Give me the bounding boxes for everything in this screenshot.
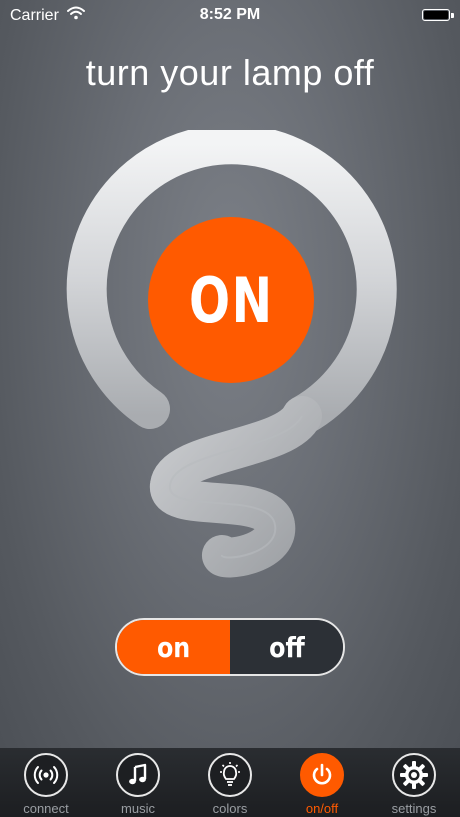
wireless-signal-icon xyxy=(24,753,68,797)
power-icon xyxy=(300,753,344,797)
tab-music-label: music xyxy=(121,801,155,816)
tab-bar: connect music colors on/off settings xyxy=(0,748,460,817)
tab-music[interactable]: music xyxy=(92,748,184,817)
gear-icon xyxy=(392,753,436,797)
tab-connect[interactable]: connect xyxy=(0,748,92,817)
on-off-toggle: on off xyxy=(115,618,345,676)
light-bulb-icon xyxy=(208,753,252,797)
battery-icon xyxy=(422,9,450,21)
tab-settings[interactable]: settings xyxy=(368,748,460,817)
tab-colors[interactable]: colors xyxy=(184,748,276,817)
tab-connect-label: connect xyxy=(23,801,69,816)
lamp-state-button[interactable]: ON xyxy=(148,217,314,383)
toggle-on-label: on xyxy=(156,630,191,664)
status-bar: Carrier 8:52 PM xyxy=(0,0,460,30)
tab-colors-label: colors xyxy=(212,801,248,816)
page-title: turn your lamp off xyxy=(85,52,375,93)
status-time: 8:52 PM xyxy=(199,6,261,23)
toggle-on-button[interactable]: on xyxy=(117,620,230,674)
battery-nub xyxy=(451,13,454,18)
tab-settings-label: settings xyxy=(391,801,437,816)
tab-on-off[interactable]: on/off xyxy=(276,748,368,817)
toggle-off-label: off xyxy=(268,630,305,664)
lamp-state-label: ON xyxy=(188,263,274,337)
music-note-icon xyxy=(116,753,160,797)
toggle-off-button[interactable]: off xyxy=(230,620,343,674)
tab-on-off-label: on/off xyxy=(305,801,339,816)
